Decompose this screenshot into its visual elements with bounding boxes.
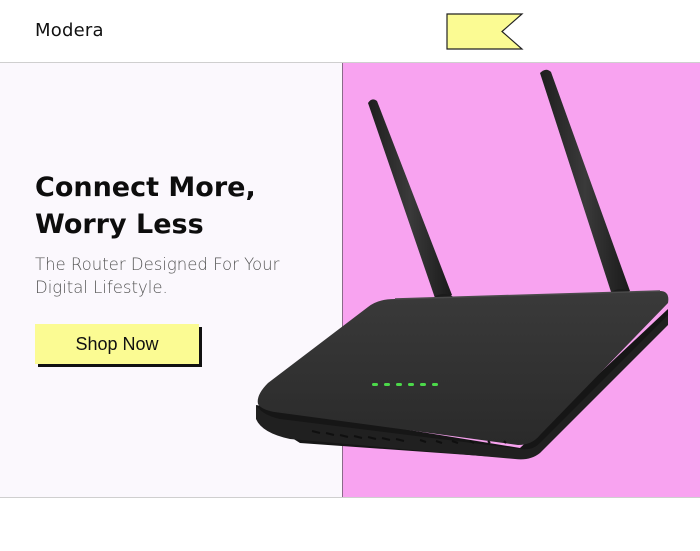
hero-headline-line-2: Worry Less: [35, 209, 204, 240]
site-header: Modera: [0, 0, 700, 62]
page: Modera Connect More, Worry Less The Rout…: [0, 0, 700, 551]
hero-subheading-line-1: The Router Designed For Your: [35, 255, 280, 274]
hero-headline-line-1: Connect More,: [35, 172, 256, 203]
brand-logo[interactable]: Modera: [35, 20, 104, 41]
hero-banner: Connect More, Worry Less The Router Desi…: [0, 62, 700, 498]
hero-headline: Connect More, Worry Less: [35, 169, 335, 243]
shop-now-button[interactable]: Shop Now: [35, 324, 199, 364]
hero-subheading-line-2: Digital Lifestyle.: [35, 278, 168, 297]
hero-subheading: The Router Designed For Your Digital Lif…: [35, 253, 325, 299]
bookmark-flag-icon: [446, 13, 524, 50]
hero-right-panel: [342, 63, 700, 497]
